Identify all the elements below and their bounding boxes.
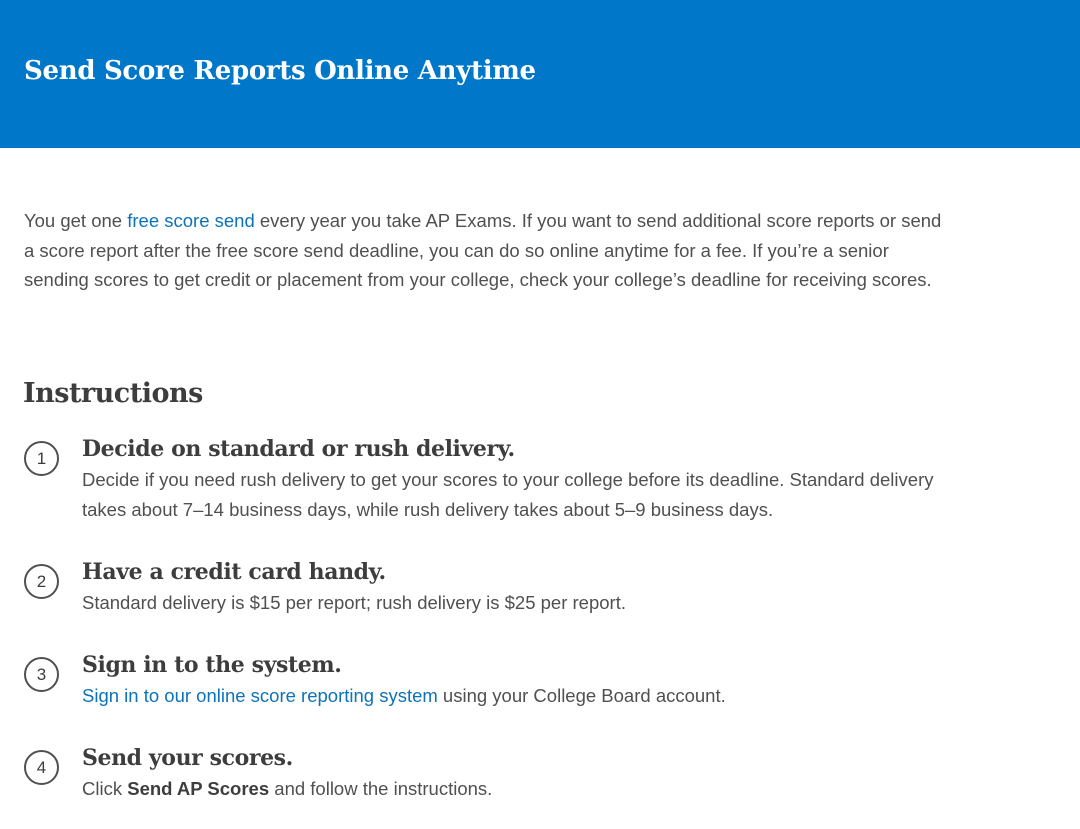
score-reporting-system-link[interactable]: Sign in to our online score reporting sy… bbox=[82, 685, 438, 706]
step-description: Decide if you need rush delivery to get … bbox=[82, 469, 934, 520]
step-title: Send your scores. bbox=[82, 745, 293, 771]
intro-text-start: You get one bbox=[24, 210, 128, 231]
step-description: Sign in to our online score reporting sy… bbox=[82, 681, 942, 711]
instructions-heading: Instructions bbox=[23, 378, 203, 409]
free-score-send-link[interactable]: free score send bbox=[127, 210, 255, 231]
page-title: Send Score Reports Online Anytime bbox=[24, 56, 536, 86]
intro-paragraph: You get one free score send every year y… bbox=[24, 206, 954, 295]
step-title: Sign in to the system. bbox=[82, 652, 342, 678]
step-number-badge: 4 bbox=[24, 750, 59, 785]
step-number-badge: 1 bbox=[24, 441, 59, 476]
send-ap-scores-label: Send AP Scores bbox=[127, 778, 270, 799]
step-title: Have a credit card handy. bbox=[82, 559, 386, 585]
step-description-text: and follow the instructions. bbox=[269, 778, 493, 799]
step-number-badge: 2 bbox=[24, 564, 59, 599]
step-description: Standard delivery is $15 per report; rus… bbox=[82, 592, 626, 613]
step-number-badge: 3 bbox=[24, 657, 59, 692]
step-description-text: using your College Board account. bbox=[437, 685, 726, 706]
step-description: Click Send AP Scores and follow the inst… bbox=[82, 774, 942, 804]
step-title: Decide on standard or rush delivery. bbox=[82, 436, 515, 462]
step-description-text: Click bbox=[82, 778, 128, 799]
page-banner: Send Score Reports Online Anytime bbox=[0, 0, 1080, 148]
